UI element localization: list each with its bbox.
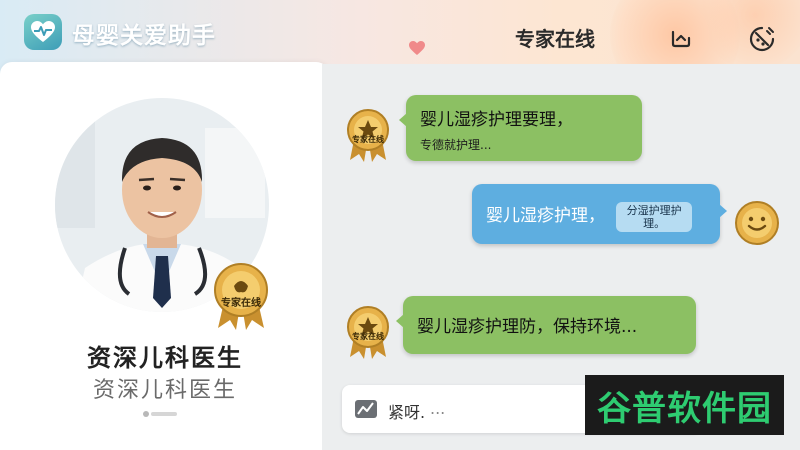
badge-label: 专家在线 [221, 298, 261, 309]
expert-message-bubble: 婴儿湿疹护理防，保持环境... [396, 296, 696, 354]
heart-logo-icon [24, 14, 62, 50]
refresh-icon [671, 30, 691, 48]
pager-dot-active[interactable] [143, 411, 149, 417]
app-title: 母婴关爱助手 [72, 23, 216, 49]
clear-chat-icon [749, 26, 775, 52]
expert-avatar-badge: 专家在线 [344, 305, 392, 359]
expert-avatar-badge: 专家在线 [344, 108, 392, 162]
heart-icon [409, 41, 425, 55]
watermark-logo: 谷普软件园 [585, 375, 784, 435]
doctor-subtitle: 资深儿科医生 [92, 378, 237, 403]
badge-label: 专家在线 [352, 135, 384, 144]
expert-online-status: 专家在线 [515, 27, 595, 51]
doctor-title: 资深儿科医生 [87, 344, 243, 372]
message-input[interactable]: 紧呀. [388, 399, 425, 423]
user-avatar [734, 200, 780, 246]
message-subtext: 专德就护理... [420, 138, 492, 152]
message-text: 婴儿湿疹护理防，保持环境... [417, 317, 638, 337]
app-header: 母婴关爱助手 专家在线 [0, 0, 800, 100]
clear-chat-button[interactable] [745, 22, 779, 56]
pager-dot[interactable] [151, 412, 177, 416]
badge-label: 专家在线 [352, 332, 384, 341]
typing-indicator: ... [430, 399, 446, 418]
user-message-bubble: 婴儿湿疹护理， 分湿护理护理。 [472, 184, 727, 244]
refresh-button[interactable] [663, 22, 697, 56]
message-text: 婴儿湿疹护理要理， [420, 110, 573, 130]
message-note: 分湿护理护理。 [616, 201, 693, 232]
expert-online-badge: 专家在线 [210, 262, 272, 330]
profile-pager[interactable] [143, 411, 179, 417]
chart-icon[interactable] [354, 399, 378, 419]
expert-message-bubble: 婴儿湿疹护理要理， 专德就护理... [399, 95, 642, 161]
doctor-profile-card: 专家在线 资深儿科医生 资深儿科医生 [0, 62, 330, 450]
message-text: 婴儿湿疹护理， [486, 206, 605, 226]
